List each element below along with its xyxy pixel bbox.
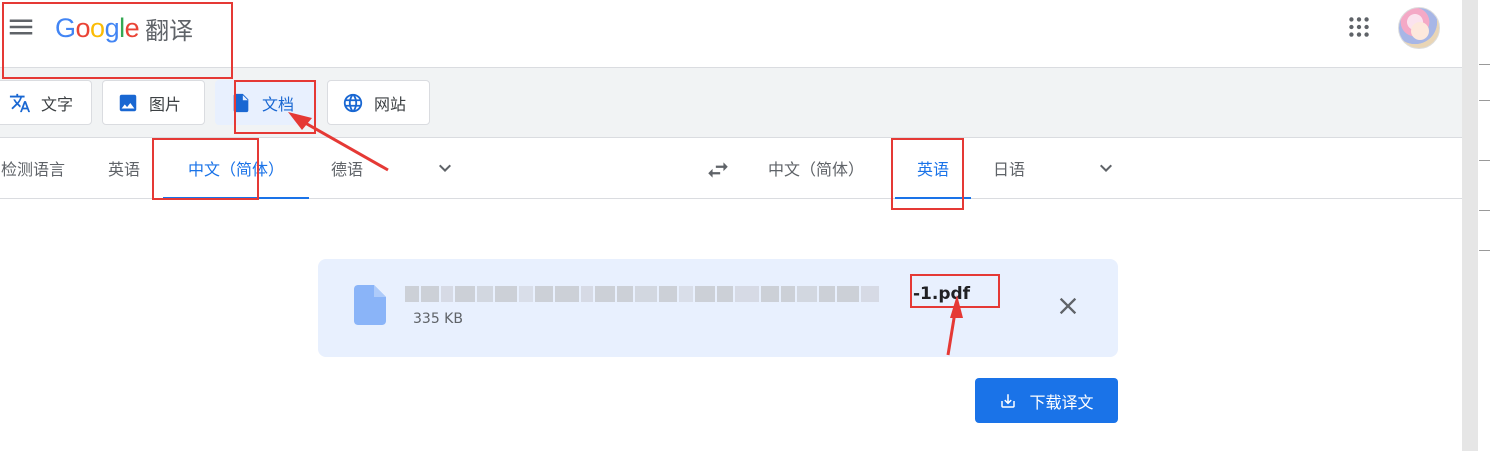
mode-label: 文字 (41, 94, 74, 114)
annotation-box (2, 2, 233, 79)
user-avatar[interactable] (1398, 7, 1440, 49)
target-lang-chinese-simplified[interactable]: 中文（简体） (750, 138, 882, 198)
edge-divider (1479, 210, 1490, 211)
annotation-box (234, 80, 316, 134)
apps-grid-icon[interactable] (1346, 14, 1372, 40)
annotation-box (891, 138, 964, 210)
download-label: 下载译文 (1029, 392, 1094, 412)
scrollbar[interactable] (1462, 0, 1478, 451)
mode-website-button[interactable]: 网站 (327, 80, 430, 125)
image-icon (119, 94, 137, 111)
source-more-languages-chevron-icon[interactable] (433, 156, 457, 180)
mode-text-button[interactable]: 文字 (0, 80, 92, 125)
close-icon[interactable] (1054, 292, 1082, 320)
lang-label: 中文（简体） (767, 160, 864, 179)
edge-divider (1479, 64, 1490, 65)
mode-label: 网站 (374, 94, 407, 114)
source-lang-german[interactable]: 德语 (313, 138, 381, 198)
source-lang-detect[interactable]: 检测语言 (0, 138, 70, 198)
swap-languages-icon[interactable] (705, 157, 731, 183)
lang-label: 检测语言 (0, 160, 65, 179)
mode-label: 图片 (149, 94, 182, 114)
redacted-file-name (405, 283, 911, 305)
target-lang-japanese[interactable]: 日语 (975, 138, 1043, 198)
translate-icon (9, 93, 31, 112)
edge-divider (1479, 160, 1490, 161)
globe-icon (343, 93, 363, 112)
google-translate-page: Google 翻译 文字 图片 文档 网站 检测语言 英语 中文（简体） 德语 … (0, 0, 1490, 451)
lang-label: 德语 (330, 160, 363, 179)
download-icon (1001, 393, 1016, 408)
annotation-box (910, 274, 1000, 308)
file-size: 335 KB (413, 311, 463, 327)
file-name: -1.pdf (405, 281, 970, 307)
file-icon (354, 285, 386, 329)
source-lang-english[interactable]: 英语 (90, 138, 158, 198)
download-translation-button[interactable]: 下载译文 (975, 378, 1118, 423)
edge-divider (1479, 100, 1490, 101)
lang-label: 日语 (992, 160, 1025, 179)
edge-divider (1479, 250, 1490, 251)
mode-image-button[interactable]: 图片 (102, 80, 205, 125)
target-more-languages-chevron-icon[interactable] (1094, 156, 1118, 180)
annotation-box (152, 138, 259, 200)
lang-label: 英语 (107, 160, 140, 179)
